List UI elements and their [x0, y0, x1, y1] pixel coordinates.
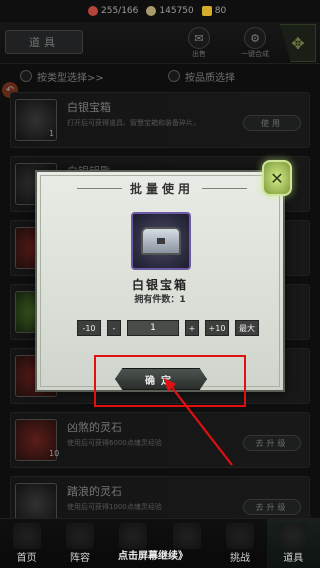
- dialog-title: 批量使用: [130, 181, 195, 196]
- plus-button[interactable]: +: [185, 320, 199, 336]
- minus-button[interactable]: -: [107, 320, 121, 336]
- item-icon-frame: [131, 212, 191, 270]
- nav-label: 道具: [283, 553, 304, 564]
- divider: [77, 187, 122, 189]
- gold-icon: [201, 6, 212, 16]
- owned-count: 拥有件数：1: [134, 295, 186, 305]
- silver-resource: 145750: [146, 6, 194, 16]
- max-button[interactable]: 最大: [235, 320, 259, 336]
- nav-label: 阵容: [69, 553, 90, 564]
- chest-icon: [141, 227, 181, 255]
- quantity-field[interactable]: 1: [127, 320, 179, 336]
- tap-to-continue-tip: 点击屏幕继续》: [118, 551, 188, 562]
- close-icon[interactable]: ✕: [262, 160, 292, 196]
- divider: [202, 187, 248, 189]
- gold-resource: 80: [201, 6, 227, 16]
- resource-bar: 255/166 145750 80: [0, 0, 320, 22]
- silver-value: 145750: [159, 6, 194, 16]
- stamina-icon: [88, 6, 98, 16]
- minus-10-button[interactable]: -10: [77, 320, 101, 336]
- dialog-title-bar: 批量使用: [77, 177, 248, 199]
- dialog-item-name: 白银宝箱: [131, 278, 188, 292]
- silver-icon: [146, 6, 157, 16]
- quantity-stepper: -10 - 1 + +10 最大: [77, 320, 259, 336]
- gold-value: 80: [214, 6, 227, 16]
- nav-label: 首页: [16, 553, 37, 564]
- plus-10-button[interactable]: +10: [205, 320, 229, 336]
- nav-label: 挑战: [229, 553, 250, 564]
- highlight-box: [94, 355, 246, 407]
- stamina-value: 255/166: [101, 6, 139, 16]
- stamina-resource: 255/166: [88, 6, 138, 16]
